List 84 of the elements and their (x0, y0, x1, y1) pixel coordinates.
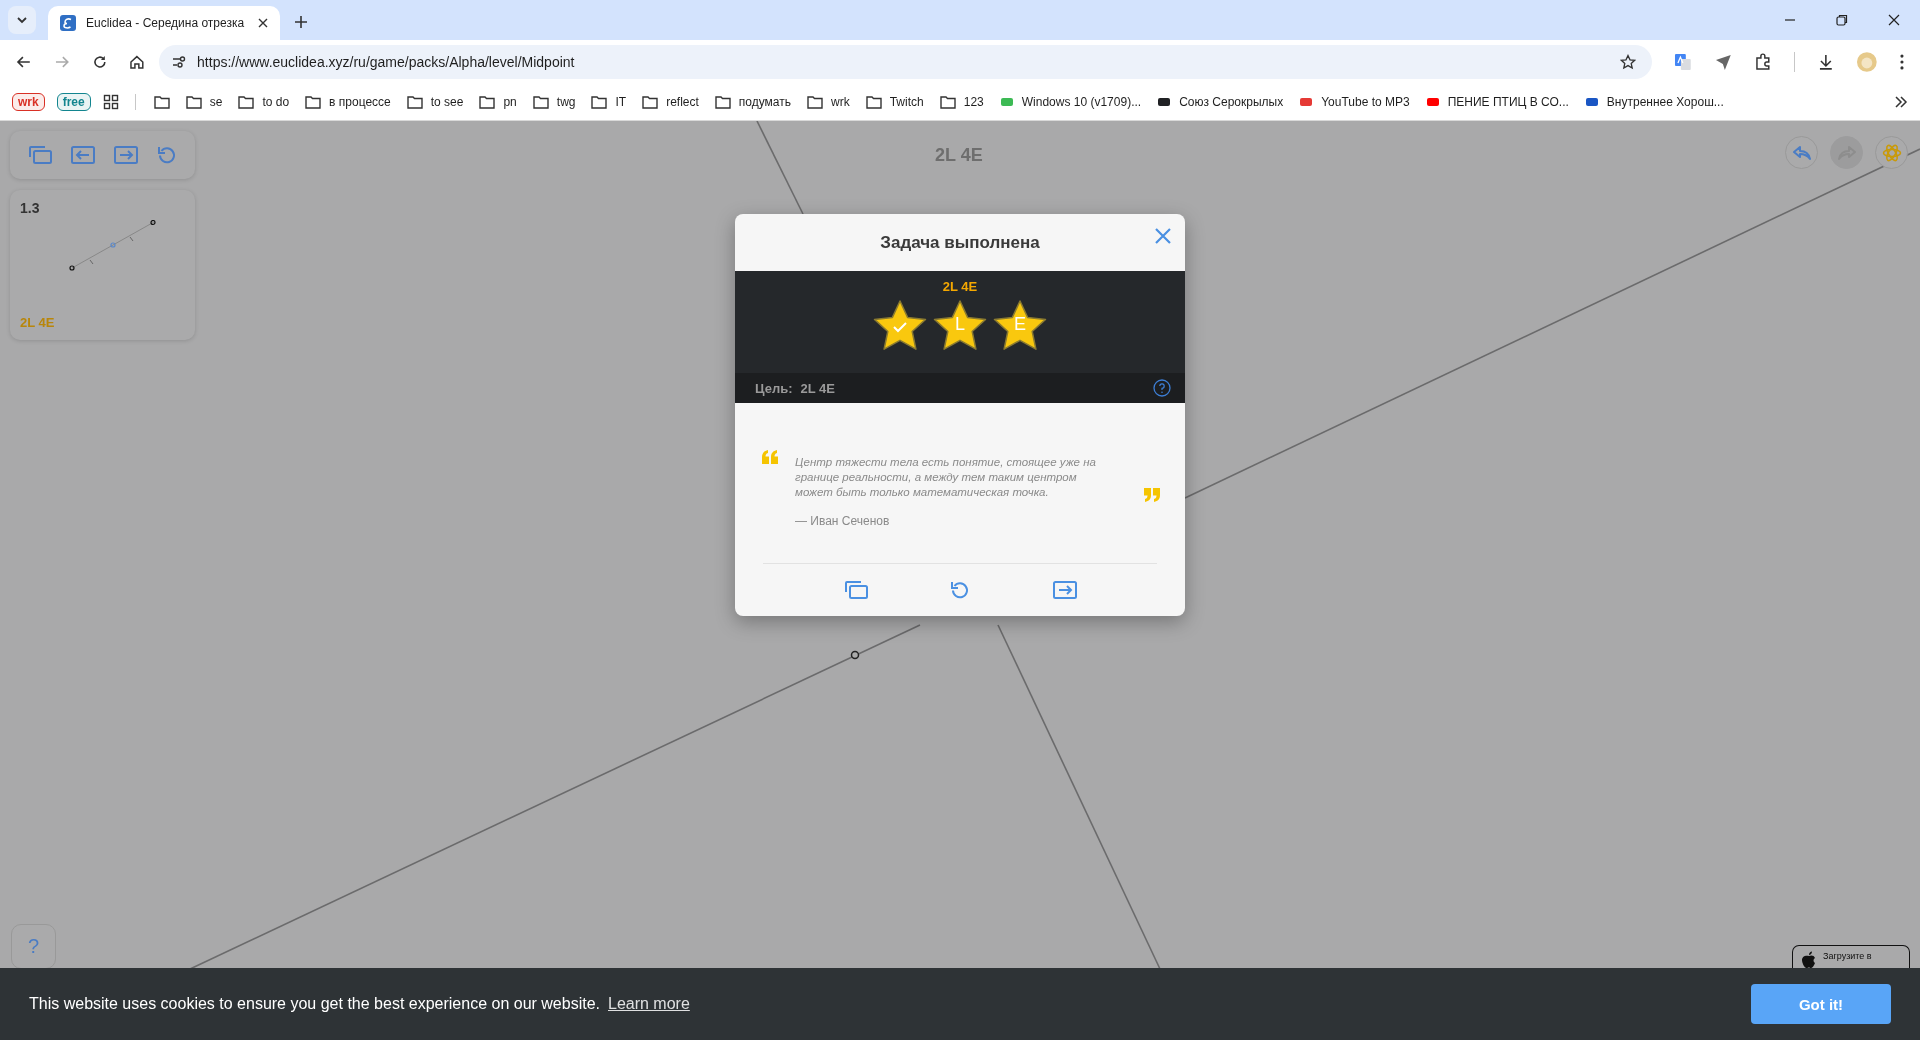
apple-icon (1801, 951, 1817, 969)
bookmark-folder[interactable]: twg (530, 95, 578, 109)
bookmark-folder[interactable]: wrk (805, 95, 852, 109)
app-store-caption: Загрузите в (1823, 951, 1872, 961)
folder-icon (185, 95, 202, 109)
app-store-badge[interactable]: Загрузите в (1792, 945, 1910, 969)
close-icon[interactable] (258, 18, 268, 28)
help-icon[interactable] (1153, 379, 1171, 397)
bookmark-link[interactable]: Союз Серокрылых (1155, 95, 1286, 109)
learn-more-link[interactable]: Learn more (608, 995, 690, 1013)
level-number: 1.3 (20, 200, 40, 216)
atom-icon (1881, 142, 1902, 163)
folder-icon (305, 95, 322, 109)
level-card[interactable]: 1.3 2L 4E (10, 190, 195, 340)
restart-icon (157, 145, 178, 165)
folder-icon (406, 95, 423, 109)
stacked-windows-icon (27, 145, 52, 165)
home-icon[interactable] (129, 54, 146, 70)
bookmark-folder[interactable]: to do (236, 95, 292, 109)
next-level-button[interactable] (1050, 579, 1079, 601)
bookmark-link[interactable]: YouTube to MP3 (1297, 95, 1412, 109)
folder-icon (479, 95, 496, 109)
bookmark-folder[interactable]: reflect (640, 95, 701, 109)
bookmark-folder[interactable]: to see (404, 95, 466, 109)
restore-icon[interactable] (1836, 14, 1848, 26)
folder-icon (939, 95, 956, 109)
folder-icon (532, 95, 549, 109)
folder-icon (714, 95, 731, 109)
star-label: L (954, 314, 966, 334)
chevron-right-icon[interactable] (1894, 96, 1908, 108)
back-icon[interactable] (16, 54, 32, 70)
folder-icon (865, 95, 882, 109)
reload-icon[interactable] (91, 54, 108, 70)
bookmark-folder[interactable]: pn (477, 95, 519, 109)
apps-grid-icon[interactable] (102, 94, 119, 110)
stacked-windows-icon (843, 580, 868, 600)
bookmark-link[interactable]: ПЕНИЕ ПТИЦ В СО... (1423, 95, 1571, 109)
cookie-message: This website uses cookies to ensure you get the best experience on our website. (29, 995, 600, 1013)
paper-plane-icon[interactable] (1714, 53, 1732, 71)
folder-icon (807, 95, 824, 109)
address-bar[interactable]: https://www.euclidea.xyz/ru/game/packs/Alpha/level/Midpoint (159, 45, 1653, 79)
level-goal: 2L 4E (20, 315, 55, 330)
restart-icon (950, 580, 970, 600)
folder-icon (238, 95, 255, 109)
folder-icon (591, 95, 608, 109)
star-icon[interactable] (1620, 54, 1637, 70)
bookmark-folder[interactable]: se (183, 95, 225, 109)
bookmark-folder[interactable]: в процессе (303, 95, 393, 109)
new-tab-icon[interactable] (294, 15, 308, 29)
chevron-down-icon (16, 14, 28, 26)
level-score: 2L 4E (935, 145, 983, 166)
undo-icon (1791, 144, 1812, 161)
more-icon[interactable] (1900, 54, 1904, 70)
bookmark-badge[interactable]: wrk (12, 93, 45, 111)
url-text: https://www.euclidea.xyz/ru/game/packs/Alpha/level/Midpoint (197, 54, 575, 70)
bookmark-link[interactable]: Внутреннее Хорош... (1582, 95, 1726, 109)
arrow-right-box-icon (114, 146, 139, 164)
bookmark-folder[interactable]: 123 (937, 95, 986, 109)
quote-text: Центр тяжести тела есть понятие, стоящее уже на границе реальности, а между тем таким центром может быть только математическая точка. (795, 455, 1097, 500)
puzzle-icon[interactable] (1753, 53, 1772, 71)
close-icon[interactable] (1888, 14, 1900, 26)
tab-search-button[interactable] (8, 6, 36, 34)
quote-author: — Иван Сеченов (795, 514, 890, 528)
star-label: E (1013, 314, 1027, 334)
tab-title: Euclidea - Середина отрезка (86, 16, 246, 30)
folder-icon (642, 95, 659, 109)
dialog-title: Задача выполнена (880, 232, 1040, 253)
translate-icon[interactable] (1674, 53, 1693, 71)
arrow-right-box-icon (1052, 581, 1077, 599)
site-settings-icon[interactable] (171, 54, 188, 70)
score-text: 2L 4E (942, 279, 978, 294)
arrow-left-box-icon (70, 146, 95, 164)
goal-label: Цель: (755, 380, 793, 396)
browser-tab[interactable]: Euclidea - Середина отрезка (48, 6, 280, 40)
bookmark-badge[interactable]: free (56, 93, 91, 111)
folder-icon[interactable] (153, 95, 170, 109)
bookmark-folder[interactable]: IT (589, 95, 629, 109)
bookmark-link[interactable]: Windows 10 (v1709)... (997, 95, 1144, 109)
bookmark-folder[interactable]: Twitch (863, 95, 926, 109)
goal-value: 2L 4E (800, 380, 835, 396)
open-quote-icon (761, 449, 779, 465)
close-quote-icon (1143, 487, 1161, 503)
site-favicon-icon (60, 15, 76, 31)
bookmark-folder[interactable]: подумать (712, 95, 794, 109)
